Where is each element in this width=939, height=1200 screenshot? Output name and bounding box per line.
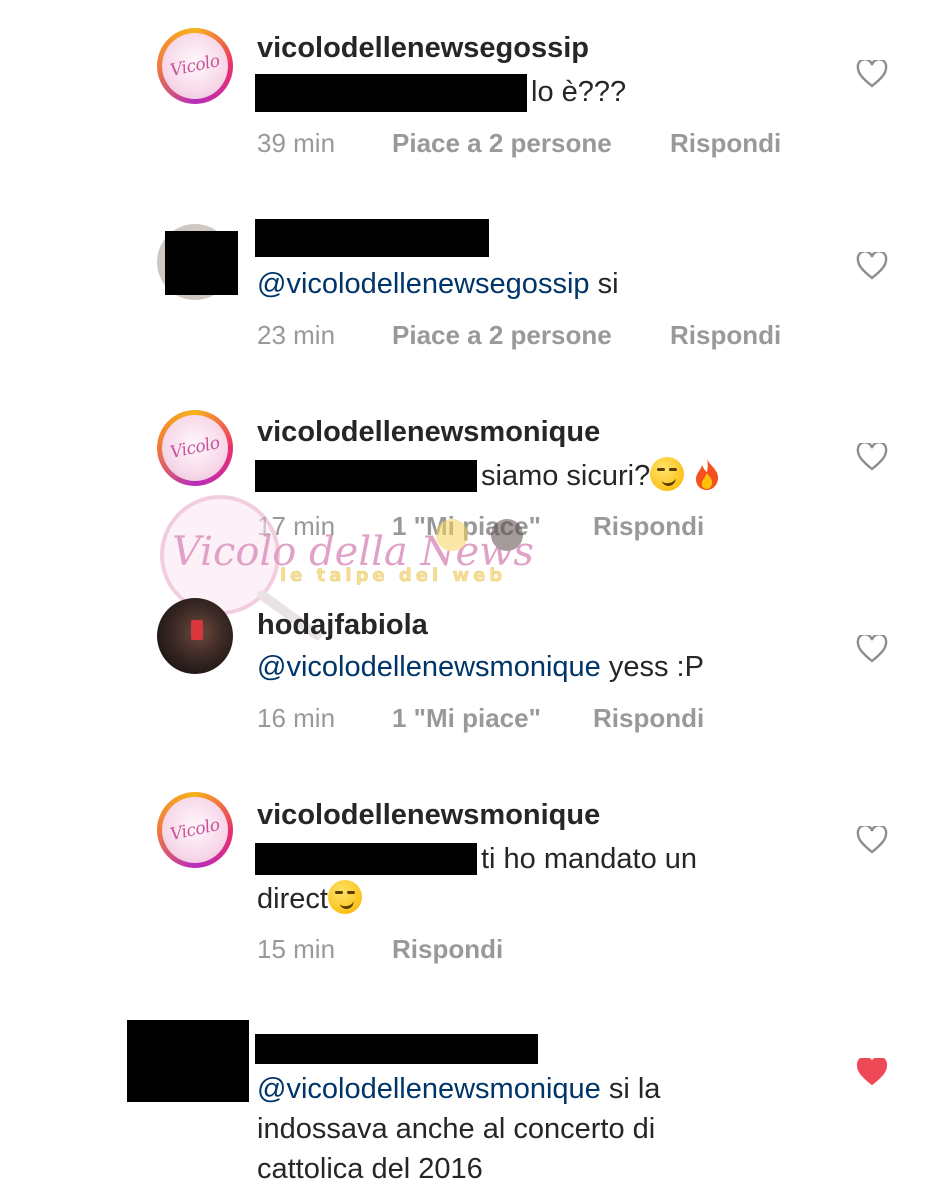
comment-body: si la — [608, 1073, 661, 1105]
comment-username[interactable]: vicolodellenewsegossip — [257, 32, 589, 65]
avatar[interactable]: Vicolo — [157, 410, 233, 486]
comment-text: @vicolodellenewsmonique si la — [257, 1069, 817, 1109]
comment-mention[interactable]: @vicolodellenewsmonique — [257, 651, 601, 683]
comment-mention[interactable]: @vicolodellenewsmonique — [257, 1073, 601, 1105]
redacted-username — [255, 219, 489, 257]
heart-outline-icon[interactable] — [856, 60, 888, 88]
comment-text: ti ho mandato un — [481, 843, 698, 875]
comment-text-line2: indossava anche al concerto di — [257, 1113, 656, 1145]
reply-button[interactable]: Rispondi — [593, 511, 704, 542]
comment-time: 17 min — [257, 511, 336, 541]
watermark-tagline: le talpe del web — [280, 565, 506, 586]
comment-body: siamo sicuri? — [481, 460, 651, 492]
comment-likes[interactable]: 1 "Mi piace" — [392, 511, 541, 542]
comment-time: 16 min — [257, 703, 336, 733]
redacted-avatar — [127, 1020, 249, 1102]
avatar-logo-text: Vicolo — [168, 815, 222, 845]
smirk-emoji — [327, 880, 362, 914]
smirk-emoji — [650, 457, 685, 491]
comment-time: 23 min — [257, 320, 336, 350]
comment-text-line3: cattolica del 2016 — [257, 1153, 483, 1185]
comment-meta: 15 min Rispondi — [257, 934, 503, 965]
comment-body: direct — [257, 883, 328, 915]
redacted-avatar — [165, 231, 238, 295]
comment-username[interactable]: vicolodellenewsmonique — [257, 799, 600, 832]
avatar-logo-text: Vicolo — [168, 433, 222, 463]
comment-meta: 39 min Piace a 2 persone Rispondi — [257, 128, 781, 159]
redacted-mention — [255, 74, 527, 112]
comment-username[interactable]: hodajfabiola — [257, 609, 428, 642]
heart-outline-icon[interactable] — [856, 635, 888, 663]
comment-text: @vicolodellenewsegossip si — [257, 264, 817, 304]
comment-meta: 16 min 1 "Mi piace" Rispondi — [257, 703, 704, 734]
reply-button[interactable]: Rispondi — [670, 320, 781, 351]
heart-outline-icon[interactable] — [856, 826, 888, 854]
comment-time: 39 min — [257, 128, 336, 158]
heart-outline-icon[interactable] — [856, 252, 888, 280]
comment-time: 15 min — [257, 934, 336, 964]
comment-body: yess :P — [608, 651, 704, 683]
fire-emoji — [696, 459, 719, 490]
comment-text-line2: direct — [257, 879, 817, 919]
heart-outline-icon[interactable] — [856, 443, 888, 471]
comment-meta: 23 min Piace a 2 persone Rispondi — [257, 320, 781, 351]
avatar[interactable]: Vicolo — [157, 28, 233, 104]
comment-text: @vicolodellenewsmonique yess :P — [257, 647, 817, 687]
reply-button[interactable]: Rispondi — [392, 934, 503, 965]
redacted-mention — [255, 460, 477, 492]
comment-meta: 17 min 1 "Mi piace" Rispondi — [257, 511, 704, 542]
avatar-logo-text: Vicolo — [168, 51, 222, 81]
avatar[interactable]: Vicolo — [157, 792, 233, 868]
heart-filled-icon[interactable] — [856, 1058, 888, 1086]
comment-likes[interactable]: Piace a 2 persone — [392, 128, 612, 159]
avatar[interactable] — [157, 598, 233, 674]
redacted-username — [255, 1034, 538, 1064]
comment-body: si — [597, 268, 619, 300]
comment-mention[interactable]: @vicolodellenewsegossip — [257, 268, 590, 300]
reply-button[interactable]: Rispondi — [670, 128, 781, 159]
comment-likes[interactable]: Piace a 2 persone — [392, 320, 612, 351]
comment-username[interactable]: vicolodellenewsmonique — [257, 416, 600, 449]
reply-button[interactable]: Rispondi — [593, 703, 704, 734]
comment-likes[interactable]: 1 "Mi piace" — [392, 703, 541, 734]
redacted-mention — [255, 843, 477, 875]
